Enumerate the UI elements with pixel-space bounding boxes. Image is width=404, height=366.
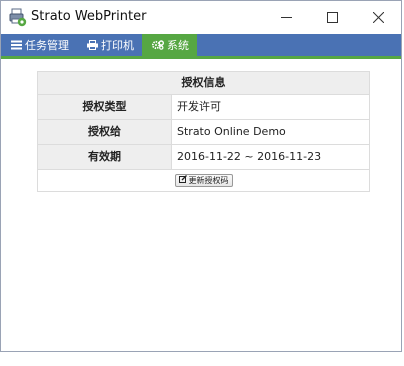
edit-icon <box>178 175 187 186</box>
gears-icon <box>152 40 164 50</box>
licensee-label: 授权给 <box>38 120 172 144</box>
printer-app-icon <box>9 8 27 27</box>
printer-icon <box>87 40 98 50</box>
license-info-panel: 授权信息 授权类型 开发许可 授权给 Strato Online Demo 有效… <box>37 71 370 192</box>
window-title: Strato WebPrinter <box>31 9 147 24</box>
license-type-label: 授权类型 <box>38 95 172 119</box>
title-bar[interactable]: Strato WebPrinter <box>1 1 401 34</box>
tab-system[interactable]: 系统 <box>142 34 197 56</box>
list-icon <box>11 40 22 50</box>
tab-printers[interactable]: 打印机 <box>77 34 142 56</box>
minimize-icon <box>280 8 292 27</box>
tab-label: 系统 <box>167 39 189 52</box>
tab-label: 打印机 <box>101 39 134 52</box>
tab-task-management[interactable]: 任务管理 <box>1 34 77 56</box>
close-button[interactable] <box>355 1 401 34</box>
main-content: 授权信息 授权类型 开发许可 授权给 Strato Online Demo 有效… <box>1 59 401 351</box>
maximize-icon <box>326 8 338 27</box>
renew-license-button[interactable]: 更新授权码 <box>174 174 233 187</box>
licensee-value: Strato Online Demo <box>177 125 286 138</box>
table-row: 有效期 2016-11-22 ~ 2016-11-23 <box>38 145 369 170</box>
main-nav: 任务管理 打印机 系统 <box>1 34 401 56</box>
close-icon <box>372 8 384 27</box>
tab-label: 任务管理 <box>25 39 69 52</box>
table-row: 授权给 Strato Online Demo <box>38 120 369 145</box>
panel-title: 授权信息 <box>38 72 369 95</box>
app-window: Strato WebPrinter 任务管理 打印机 系统 授权信息 授权类型 … <box>0 0 402 352</box>
license-type-value: 开发许可 <box>177 100 221 113</box>
validity-value: 2016-11-22 ~ 2016-11-23 <box>177 150 322 163</box>
validity-label: 有效期 <box>38 145 172 169</box>
table-row: 授权类型 开发许可 <box>38 95 369 120</box>
maximize-button[interactable] <box>309 1 355 34</box>
minimize-button[interactable] <box>263 1 309 34</box>
panel-footer: 更新授权码 <box>38 170 369 191</box>
renew-button-label: 更新授权码 <box>188 176 229 185</box>
